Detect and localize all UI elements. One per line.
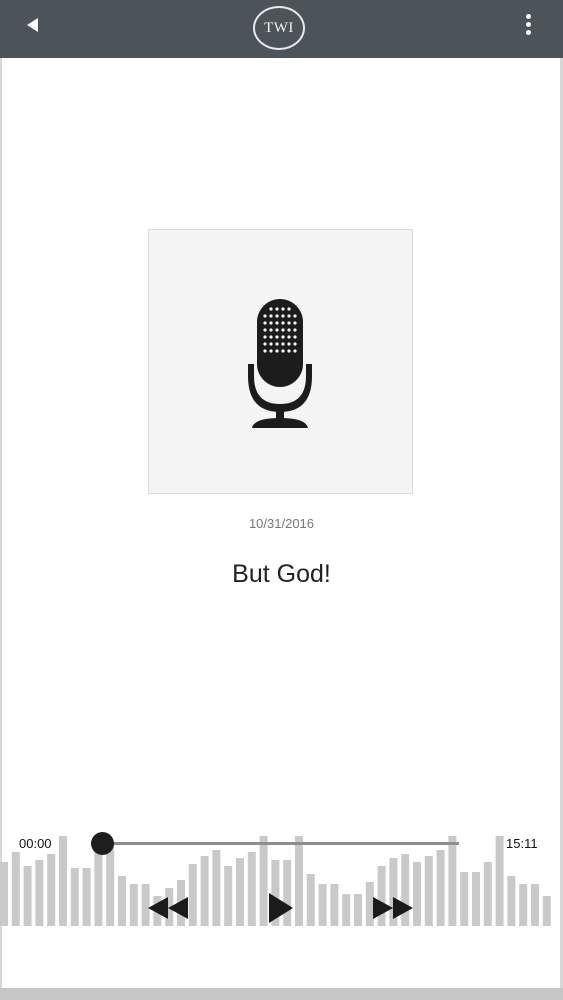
- waveform-bar: [424, 856, 433, 926]
- waveform-bar: [483, 862, 492, 926]
- play-icon: [269, 893, 293, 923]
- duration-time: 15:11: [506, 836, 538, 851]
- waveform-bar: [118, 876, 126, 926]
- waveform-bar: [247, 852, 256, 926]
- waveform-bar: [436, 850, 445, 926]
- logo-text: TWI: [264, 19, 294, 36]
- seek-thumb[interactable]: [91, 832, 114, 855]
- waveform-bar: [23, 866, 32, 926]
- audio-player: 00:00 15:11: [0, 820, 563, 930]
- current-time: 00:00: [19, 836, 52, 851]
- fast-forward-button[interactable]: [373, 896, 413, 925]
- waveform-bar: [342, 894, 351, 926]
- waveform-bar: [47, 854, 56, 926]
- episode-artwork: [148, 229, 413, 494]
- seek-track[interactable]: [102, 842, 459, 845]
- waveform-bar: [70, 868, 79, 926]
- episode-title: But God!: [232, 560, 331, 588]
- waveform-bar: [188, 864, 197, 926]
- back-button[interactable]: [22, 12, 52, 42]
- waveform-bar: [295, 836, 303, 926]
- waveform-bar: [236, 858, 244, 926]
- top-app-bar: TWI: [0, 0, 563, 58]
- fast-forward-icon: [373, 897, 413, 919]
- waveform-bar: [542, 896, 551, 926]
- waveform-bar: [94, 852, 103, 926]
- waveform-bar: [413, 862, 421, 926]
- waveform-bar: [460, 872, 469, 926]
- waveform-bar: [0, 862, 8, 926]
- episode-date: 10/31/2016: [248, 516, 315, 531]
- waveform-bar: [519, 884, 528, 926]
- waveform-bar: [330, 884, 339, 926]
- twi-logo: TWI: [253, 6, 305, 50]
- waveform-bar: [318, 884, 327, 926]
- waveform-bar: [59, 836, 67, 926]
- waveform-bar: [495, 836, 504, 926]
- more-options-button[interactable]: [516, 14, 540, 44]
- waveform-bar: [11, 852, 20, 926]
- waveform-bar: [306, 874, 315, 926]
- waveform-bar: [212, 850, 221, 926]
- microphone-icon: [248, 299, 312, 428]
- play-button[interactable]: [268, 892, 294, 929]
- back-triangle-icon: [27, 18, 38, 32]
- waveform-bar: [259, 836, 268, 926]
- waveform-bar: [82, 868, 91, 926]
- more-vertical-icon: [516, 14, 540, 35]
- waveform-bar: [129, 884, 138, 926]
- waveform-bar: [507, 876, 516, 926]
- waveform-bar: [472, 872, 480, 926]
- waveform-bar: [106, 844, 115, 926]
- waveform-bar: [200, 856, 209, 926]
- waveform-bar: [224, 866, 233, 926]
- waveform-bar: [531, 884, 539, 926]
- waveform-bar: [448, 836, 457, 926]
- waveform-bar: [35, 860, 44, 926]
- waveform-bar: [354, 894, 362, 926]
- rewind-button[interactable]: [148, 896, 188, 925]
- rewind-icon: [148, 897, 188, 919]
- bottom-bar: [0, 988, 563, 1000]
